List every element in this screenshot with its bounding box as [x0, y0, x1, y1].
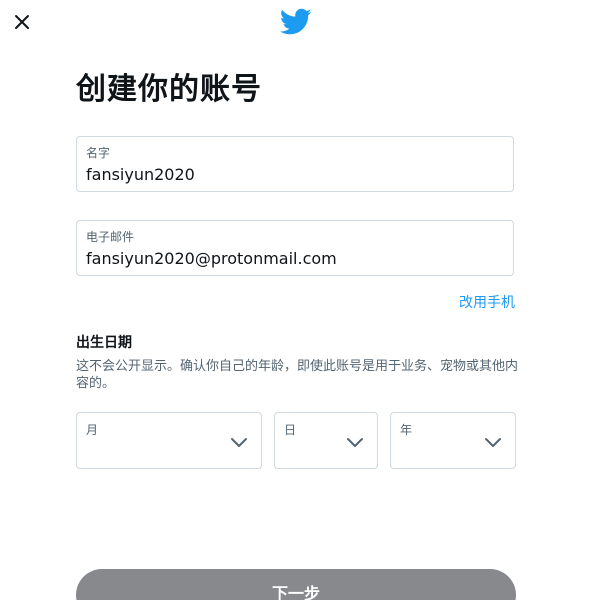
- dob-title: 出生日期: [76, 335, 132, 351]
- day-select-label: 日: [284, 423, 297, 437]
- email-field-label: 电子邮件: [86, 230, 135, 244]
- close-button[interactable]: [10, 10, 34, 34]
- year-select-label: 年: [400, 423, 413, 437]
- dob-description: 这不会公开显示。确认你自己的年龄，即使此账号是用于业务、宠物或其他内容的。: [76, 359, 519, 391]
- day-select[interactable]: 日: [274, 412, 378, 469]
- twitter-logo: [280, 8, 312, 36]
- name-field[interactable]: 名字: [76, 136, 514, 192]
- year-select[interactable]: 年: [390, 412, 516, 469]
- chevron-down-icon: [347, 438, 363, 447]
- chevron-down-icon: [231, 438, 247, 447]
- signup-dialog: 创建你的账号 名字 电子邮件 改用手机 出生日期 这不会公开显示。确认你自己的年…: [0, 0, 595, 600]
- chevron-down-icon: [485, 438, 501, 447]
- name-input[interactable]: [86, 165, 496, 184]
- use-phone-link[interactable]: 改用手机: [459, 292, 515, 312]
- next-button[interactable]: 下一步: [76, 569, 516, 600]
- month-select-label: 月: [86, 423, 99, 437]
- close-icon: [15, 15, 29, 29]
- email-input[interactable]: [86, 249, 496, 268]
- name-field-label: 名字: [86, 146, 111, 160]
- email-field[interactable]: 电子邮件: [76, 220, 514, 276]
- page-title: 创建你的账号: [76, 72, 262, 107]
- twitter-bird-icon: [280, 8, 312, 35]
- month-select[interactable]: 月: [76, 412, 262, 469]
